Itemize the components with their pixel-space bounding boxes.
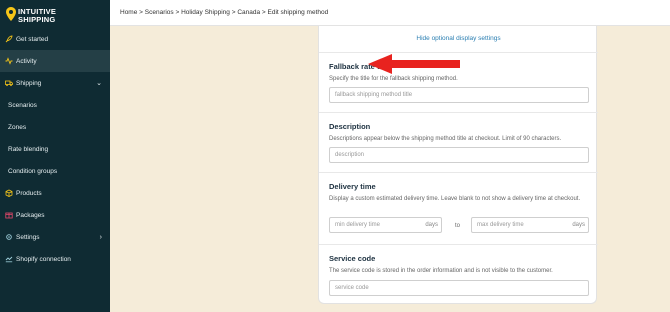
hide-optional-settings-link[interactable]: Hide optional display settings <box>319 35 598 42</box>
sidebar-item-shopify-connection[interactable]: Shopify connection <box>0 248 110 270</box>
sidebar-item-shipping[interactable]: Shipping ⌄ <box>0 72 110 94</box>
max-delivery-placeholder: max delivery time <box>477 222 524 228</box>
sidebar-item-condition-groups[interactable]: Condition groups <box>0 160 110 182</box>
box-icon <box>4 189 13 198</box>
delivery-time-title: Delivery time <box>329 182 376 191</box>
min-delivery-placeholder: min delivery time <box>335 222 381 228</box>
sidebar-item-label: Get started <box>16 35 49 43</box>
sidebar-nav: Get started Activity Shipping ⌄ Scenario… <box>0 28 110 270</box>
package-icon <box>4 211 13 220</box>
link-icon <box>4 255 13 264</box>
sidebar-item-zones[interactable]: Zones <box>0 116 110 138</box>
breadcrumb: Home > Scenarios > Holiday Shipping > Ca… <box>120 9 328 16</box>
description-title: Description <box>329 122 371 131</box>
service-code-section: Service code The service code is stored … <box>319 244 598 304</box>
sidebar-item-label: Packages <box>16 211 45 219</box>
sidebar-item-label: Rate blending <box>8 145 49 153</box>
activity-icon <box>4 57 13 66</box>
delivery-time-section: Delivery time Display a custom estimated… <box>319 172 598 244</box>
breadcrumb-separator: > <box>175 9 180 16</box>
description-help: Descriptions appear below the shipping m… <box>329 136 562 142</box>
sidebar-item-label: Zones <box>8 123 27 131</box>
sidebar: INTUITIVE SHIPPING Get started Activity … <box>0 0 110 312</box>
sidebar-item-scenarios[interactable]: Scenarios <box>0 94 110 116</box>
sidebar-item-get-started[interactable]: Get started <box>0 28 110 50</box>
sidebar-item-label: Condition groups <box>8 167 58 175</box>
sidebar-item-label: Shipping <box>16 79 42 87</box>
fallback-rate-description: Specify the title for the fallback shipp… <box>329 76 458 82</box>
breadcrumb-separator: > <box>261 9 266 16</box>
brand-name: INTUITIVE SHIPPING <box>18 8 56 24</box>
max-delivery-unit: days <box>572 222 585 228</box>
breadcrumb-home[interactable]: Home <box>120 9 137 16</box>
sidebar-item-label: Settings <box>16 233 40 241</box>
max-delivery-input[interactable]: max delivery time days <box>471 217 589 233</box>
sidebar-item-label: Scenarios <box>8 101 37 109</box>
truck-icon <box>4 79 13 88</box>
min-delivery-unit: days <box>425 222 438 228</box>
sidebar-item-rate-blending[interactable]: Rate blending <box>0 138 110 160</box>
brand-line2: SHIPPING <box>18 15 56 24</box>
breadcrumb-current: Edit shipping method <box>267 9 329 16</box>
rocket-icon <box>4 35 13 44</box>
chevron-down-icon[interactable]: ⌄ <box>96 79 102 87</box>
service-code-input[interactable]: service code <box>329 280 589 296</box>
breadcrumb-separator: > <box>231 9 236 16</box>
gear-icon <box>4 233 13 242</box>
delivery-time-help: Display a custom estimated delivery time… <box>329 196 581 202</box>
breadcrumb-canada[interactable]: Canada <box>237 9 260 16</box>
fallback-title-input[interactable]: fallback shipping method title <box>329 87 589 103</box>
pin-logo-icon <box>6 7 16 21</box>
breadcrumb-scenarios[interactable]: Scenarios <box>145 9 174 16</box>
description-input[interactable]: description <box>329 147 589 163</box>
service-code-help: The service code is stored in the order … <box>329 268 553 274</box>
sidebar-item-label: Products <box>16 189 42 197</box>
sidebar-item-packages[interactable]: Packages <box>0 204 110 226</box>
annotation-arrow-icon <box>368 54 460 74</box>
chevron-right-icon[interactable]: › <box>100 234 102 241</box>
service-code-title: Service code <box>329 254 376 263</box>
delivery-range-to: to <box>455 223 461 229</box>
top-bar: Home > Scenarios > Holiday Shipping > Ca… <box>110 0 670 26</box>
sidebar-item-label: Shopify connection <box>16 255 71 263</box>
min-delivery-input[interactable]: min delivery time days <box>329 217 442 233</box>
breadcrumb-holiday-shipping[interactable]: Holiday Shipping <box>181 9 230 16</box>
sidebar-item-settings[interactable]: Settings › <box>0 226 110 248</box>
breadcrumb-separator: > <box>139 9 143 16</box>
brand-logo[interactable]: INTUITIVE SHIPPING <box>4 4 108 26</box>
sidebar-item-products[interactable]: Products <box>0 182 110 204</box>
description-section: Description Descriptions appear below th… <box>319 112 598 172</box>
sidebar-item-label: Activity <box>16 57 37 65</box>
sidebar-item-activity[interactable]: Activity <box>0 50 110 72</box>
